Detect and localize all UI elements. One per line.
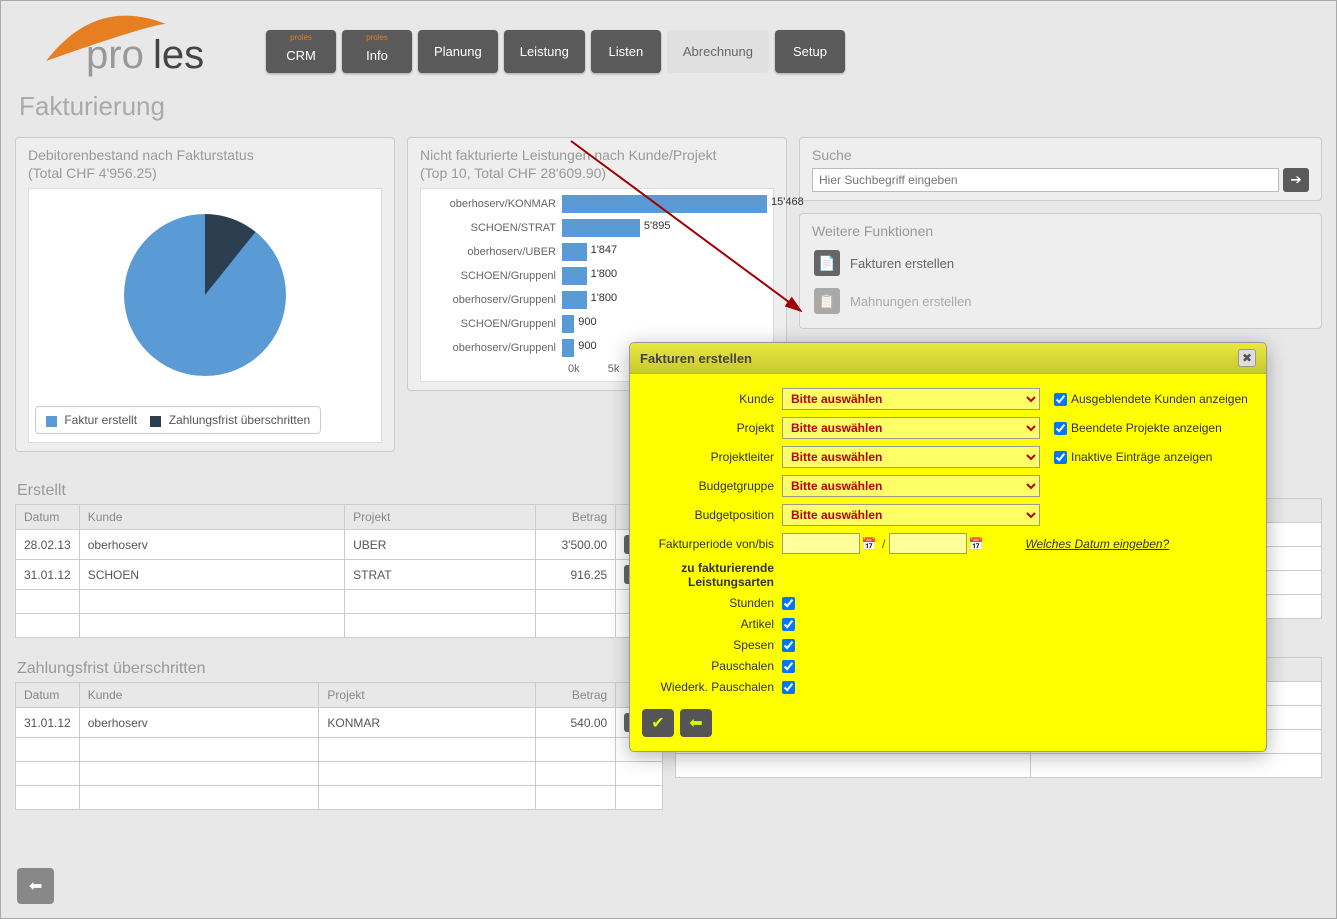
back-button[interactable]: ⬅ <box>17 868 54 904</box>
nav-listen[interactable]: Listen <box>591 30 661 73</box>
bar-value: 15'468 <box>767 196 804 208</box>
select-budgetgruppe[interactable]: Bitte auswählen <box>782 475 1040 497</box>
date-sep: / <box>882 537 885 551</box>
modal-fakturen-erstellen: Fakturen erstellen ✖ Kunde Bitte auswähl… <box>629 342 1267 752</box>
chk-pauschalen[interactable] <box>782 660 795 673</box>
modal-close-button[interactable]: ✖ <box>1238 349 1256 367</box>
bar-value: 5'895 <box>640 220 671 232</box>
label-budgetgruppe: Budgetgruppe <box>642 479 782 493</box>
bar-label: oberhoserv/KONMAR <box>427 198 562 210</box>
func-fakturen-erstellen[interactable]: 📄 Fakturen erstellen <box>812 244 1309 282</box>
bar-value: 900 <box>574 316 596 328</box>
reminder-icon: 📋 <box>814 288 840 314</box>
table-zahlung: DatumKundeProjektBetrag31.01.12oberhoser… <box>15 682 663 810</box>
select-budgetposition[interactable]: Bitte auswählen <box>782 504 1040 526</box>
nav-crm[interactable]: CRM <box>266 30 336 73</box>
chk-kunden-anzeigen[interactable]: Ausgeblendete Kunden anzeigen <box>1054 392 1248 406</box>
help-link-datum[interactable]: Welches Datum eingeben? <box>1025 537 1169 551</box>
axis-0: 0k <box>568 363 580 375</box>
label-wiederk: Wiederk. Pauschalen <box>642 680 782 694</box>
label-leistungsarten: zu fakturierende Leistungsarten <box>642 561 782 589</box>
select-kunde[interactable]: Bitte auswählen <box>782 388 1040 410</box>
section-erstellt: Erstellt <box>15 474 663 504</box>
label-spesen: Spesen <box>642 638 782 652</box>
select-projekt[interactable]: Bitte auswählen <box>782 417 1040 439</box>
label-projekt: Projekt <box>642 421 782 435</box>
chk-inaktiv-anzeigen[interactable]: Inaktive Einträge anzeigen <box>1054 450 1212 464</box>
pie-title-2: (Total CHF 4'956.25) <box>28 165 157 181</box>
bar-value: 900 <box>574 340 596 352</box>
bar-label: oberhoserv/Gruppenl <box>427 342 562 354</box>
select-projektleiter[interactable]: Bitte auswählen <box>782 446 1040 468</box>
legend-ueberschritten: Zahlungsfrist überschritten <box>169 413 310 427</box>
bar-value: 1'847 <box>587 244 618 256</box>
bar-label: SCHOEN/STRAT <box>427 222 562 234</box>
chk-artikel[interactable] <box>782 618 795 631</box>
label-artikel: Artikel <box>642 617 782 631</box>
bar-label: SCHOEN/Gruppenl <box>427 270 562 282</box>
nav-planung[interactable]: Planung <box>418 30 498 73</box>
chk-spesen[interactable] <box>782 639 795 652</box>
table-erstellt: DatumKundeProjektBetrag28.02.13oberhoser… <box>15 504 663 638</box>
pie-legend: Faktur erstellt Zahlungsfrist überschrit… <box>35 406 321 434</box>
chk-stunden[interactable] <box>782 597 795 610</box>
table-row: 31.01.12SCHOENSTRAT916.25… <box>16 560 663 590</box>
label-stunden: Stunden <box>642 596 782 610</box>
create-invoice-icon: 📄 <box>814 250 840 276</box>
nav-info[interactable]: Info <box>342 30 412 73</box>
axis-5k: 5k <box>608 363 620 375</box>
bar-value: 1'800 <box>587 292 618 304</box>
legend-erstellt: Faktur erstellt <box>64 413 137 427</box>
chk-wiederk[interactable] <box>782 681 795 694</box>
modal-back-button[interactable]: ⬅ <box>680 709 712 737</box>
panel-functions: Weitere Funktionen 📄 Fakturen erstellen … <box>799 213 1322 329</box>
bar-title-2: (Top 10, Total CHF 28'609.90) <box>420 165 606 181</box>
bar-label: oberhoserv/Gruppenl <box>427 294 562 306</box>
pie-chart <box>35 195 375 398</box>
pie-title-1: Debitorenbestand nach Fakturstatus <box>28 147 254 163</box>
calendar-icon[interactable]: 📅 <box>967 535 985 553</box>
date-from[interactable] <box>782 533 860 554</box>
brand-logo: pro les <box>16 6 246 81</box>
label-budgetposition: Budgetposition <box>642 508 782 522</box>
panel-pie: Debitorenbestand nach Fakturstatus (Tota… <box>15 137 395 452</box>
label-periode: Fakturperiode von/bis <box>642 537 782 551</box>
modal-title: Fakturen erstellen <box>640 351 752 366</box>
section-zahlung: Zahlungsfrist überschritten <box>15 652 663 682</box>
nav-leistung[interactable]: Leistung <box>504 30 585 73</box>
func-label-2: Mahnungen erstellen <box>850 294 971 309</box>
nav-setup[interactable]: Setup <box>775 30 845 73</box>
page-title: Fakturierung <box>1 86 1336 137</box>
date-to[interactable] <box>889 533 967 554</box>
search-button[interactable]: ➔ <box>1283 168 1309 192</box>
bar-title-1: Nicht fakturierte Leistungen nach Kunde/… <box>420 147 717 163</box>
functions-title: Weitere Funktionen <box>812 222 1309 240</box>
main-nav: CRM Info Planung Leistung Listen Abrechn… <box>266 30 845 73</box>
func-mahnungen-erstellen[interactable]: 📋 Mahnungen erstellen <box>812 282 1309 320</box>
search-input[interactable] <box>812 168 1279 192</box>
label-kunde: Kunde <box>642 392 782 406</box>
search-title: Suche <box>812 146 1309 164</box>
bar-label: SCHOEN/Gruppenl <box>427 318 562 330</box>
modal-submit-button[interactable]: ✔ <box>642 709 674 737</box>
calendar-icon[interactable]: 📅 <box>860 535 878 553</box>
bar-label: oberhoserv/UBER <box>427 246 562 258</box>
svg-text:les: les <box>153 33 204 77</box>
bar-value: 1'800 <box>587 268 618 280</box>
chk-projekte-anzeigen[interactable]: Beendete Projekte anzeigen <box>1054 421 1222 435</box>
panel-search: Suche ➔ <box>799 137 1322 201</box>
func-label-1: Fakturen erstellen <box>850 256 954 271</box>
table-row: 31.01.12oberhoservKONMAR540.00… <box>16 708 663 738</box>
label-projektleiter: Projektleiter <box>642 450 782 464</box>
label-pauschalen: Pauschalen <box>642 659 782 673</box>
table-row: 28.02.13oberhoservUBER3'500.00… <box>16 530 663 560</box>
nav-abrechnung[interactable]: Abrechnung <box>667 30 769 73</box>
svg-text:pro: pro <box>86 33 144 77</box>
